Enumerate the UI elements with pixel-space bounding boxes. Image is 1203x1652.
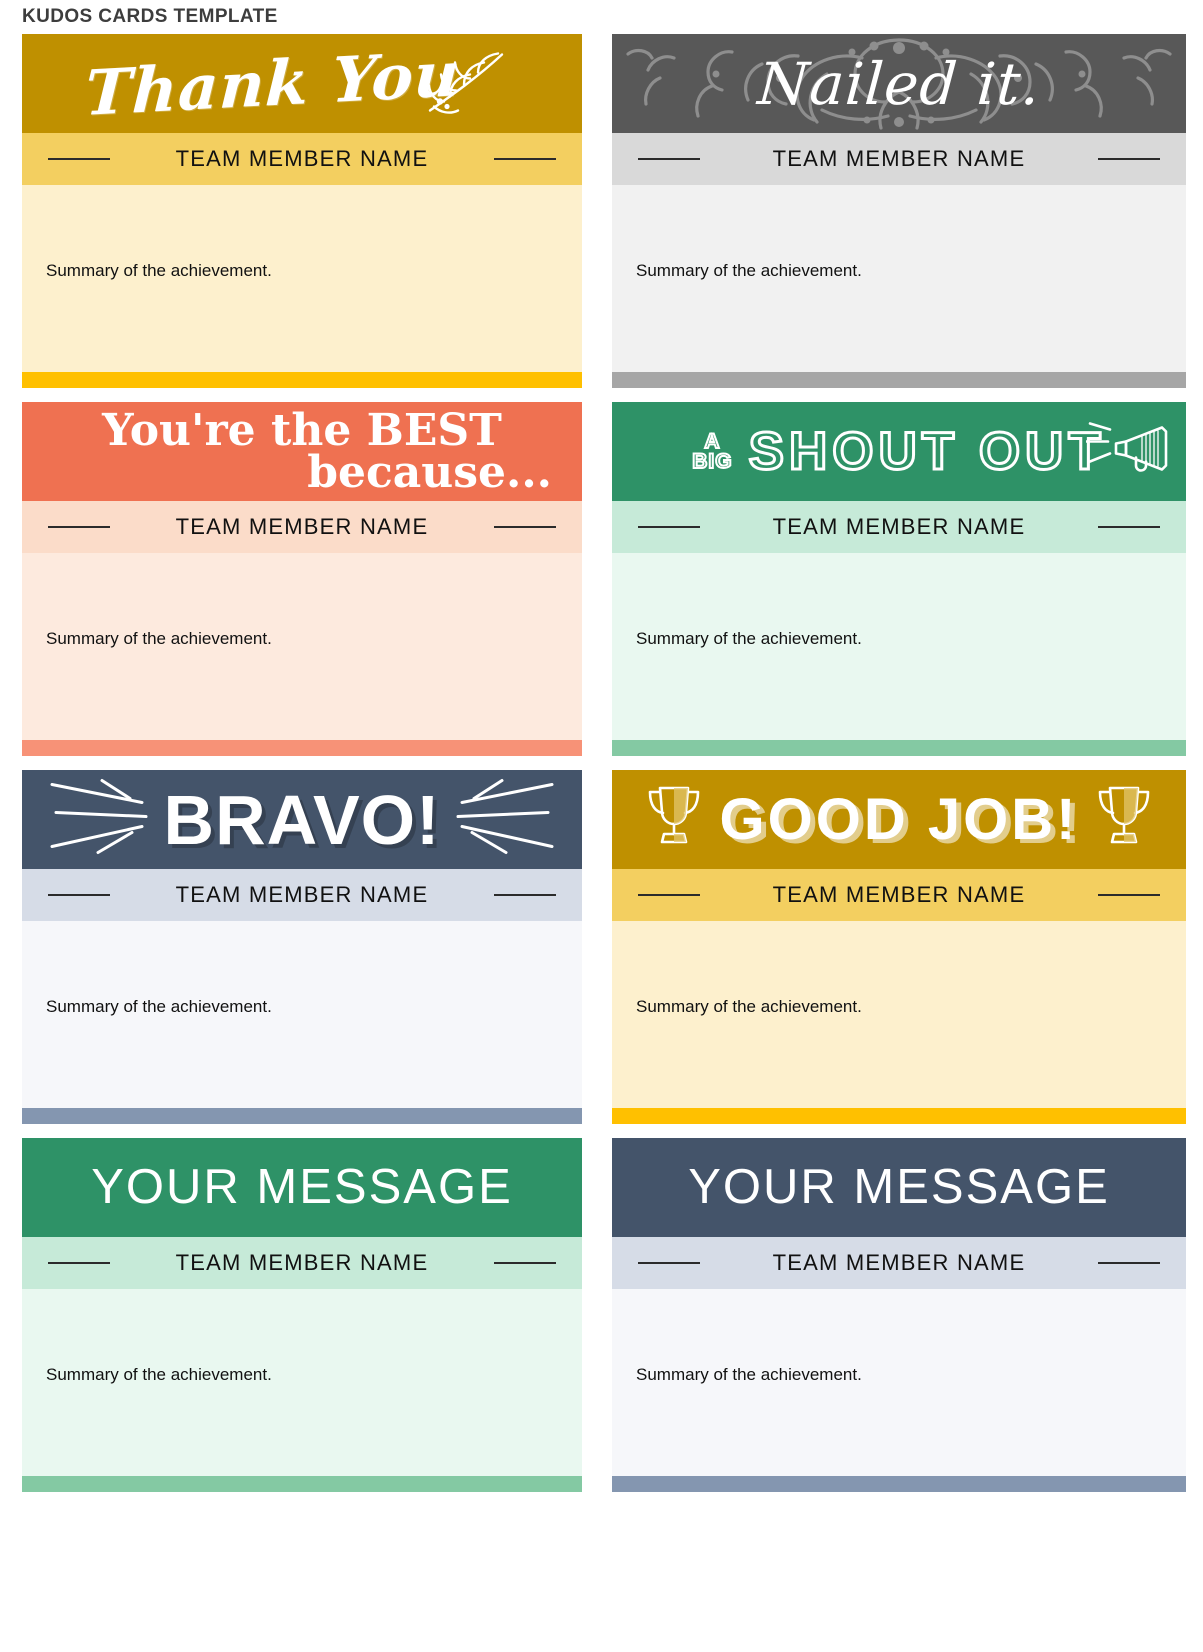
card-header-your-message-navy: YOUR MESSAGE — [612, 1138, 1186, 1237]
card-row: YOUR MESSAGE TEAM MEMBER NAME Summary of… — [0, 1138, 1203, 1492]
member-name[interactable]: TEAM MEMBER NAME — [612, 1250, 1186, 1276]
card-headline: BRAVO! — [163, 780, 441, 859]
kudos-card-nailed-it[interactable]: Nailed it. TEAM MEMBER NAME Summary of t… — [612, 34, 1186, 388]
name-band: TEAM MEMBER NAME — [22, 1237, 582, 1289]
card-row: Thank You TEAM MEMBER NAME Summary of th… — [0, 34, 1203, 388]
card-headline-group: GOOD JOB! — [644, 782, 1155, 858]
card-header-thank-you: Thank You — [22, 34, 582, 133]
kudos-card-thank-you[interactable]: Thank You TEAM MEMBER NAME Summary of th… — [22, 34, 582, 388]
card-headline-main: SHOUT OUT — [747, 422, 1106, 481]
card-headline: You're the BEST because... — [22, 404, 582, 498]
megaphone-icon — [1084, 421, 1172, 482]
card-bottom-bar — [22, 1108, 582, 1124]
member-name[interactable]: TEAM MEMBER NAME — [612, 514, 1186, 540]
card-header-good-job: GOOD JOB! — [612, 770, 1186, 869]
member-name[interactable]: TEAM MEMBER NAME — [22, 882, 582, 908]
card-headline: Thank You — [83, 36, 463, 130]
summary-text[interactable]: Summary of the achievement. — [46, 261, 272, 281]
summary-text[interactable]: Summary of the achievement. — [636, 1365, 862, 1385]
name-band: TEAM MEMBER NAME — [612, 869, 1186, 921]
name-band: TEAM MEMBER NAME — [22, 501, 582, 553]
trophy-icon-left — [644, 782, 704, 858]
kudos-card-bravo[interactable]: BRAVO! TEAM MEMBER NAME Summary of the a… — [22, 770, 582, 1124]
card-bottom-bar — [612, 740, 1186, 756]
card-row: You're the BEST because... TEAM MEMBER N… — [0, 402, 1203, 756]
card-body[interactable]: Summary of the achievement. — [612, 185, 1186, 372]
card-bottom-bar — [612, 1476, 1186, 1492]
card-headline-line2: because... — [307, 446, 552, 498]
kudos-card-youre-the-best[interactable]: You're the BEST because... TEAM MEMBER N… — [22, 402, 582, 756]
card-body[interactable]: Summary of the achievement. — [612, 921, 1186, 1108]
kudos-card-shout-out[interactable]: A BIG SHOUT OUT TEAM MEMBER NAME Summary… — [612, 402, 1186, 756]
card-body[interactable]: Summary of the achievement. — [612, 1289, 1186, 1476]
card-headline-line1: You're the BEST — [102, 404, 502, 456]
card-header-youre-the-best: You're the BEST because... — [22, 402, 582, 501]
card-bottom-bar — [612, 372, 1186, 388]
summary-text[interactable]: Summary of the achievement. — [46, 1365, 272, 1385]
name-band: TEAM MEMBER NAME — [22, 869, 582, 921]
member-name[interactable]: TEAM MEMBER NAME — [22, 146, 582, 172]
page-title: KUDOS CARDS TEMPLATE — [22, 6, 278, 27]
cards-grid: Thank You TEAM MEMBER NAME Summary of th… — [0, 34, 1203, 1506]
summary-text[interactable]: Summary of the achievement. — [636, 261, 862, 281]
card-header-shout-out: A BIG SHOUT OUT — [612, 402, 1186, 501]
summary-text[interactable]: Summary of the achievement. — [46, 997, 272, 1017]
summary-text[interactable]: Summary of the achievement. — [46, 629, 272, 649]
summary-text[interactable]: Summary of the achievement. — [636, 629, 862, 649]
card-body[interactable]: Summary of the achievement. — [22, 553, 582, 740]
card-header-nailed-it: Nailed it. — [612, 34, 1186, 133]
name-band: TEAM MEMBER NAME — [612, 1237, 1186, 1289]
name-band: TEAM MEMBER NAME — [612, 501, 1186, 553]
card-body[interactable]: Summary of the achievement. — [22, 1289, 582, 1476]
kudos-card-good-job[interactable]: GOOD JOB! TEAM MEMBER NAME Summary of th… — [612, 770, 1186, 1124]
olive-branch-icon — [420, 44, 512, 123]
card-body[interactable]: Summary of the achievement. — [22, 185, 582, 372]
kudos-card-your-message-green[interactable]: YOUR MESSAGE TEAM MEMBER NAME Summary of… — [22, 1138, 582, 1492]
kudos-card-your-message-navy[interactable]: YOUR MESSAGE TEAM MEMBER NAME Summary of… — [612, 1138, 1186, 1492]
card-headline: YOUR MESSAGE — [91, 1160, 513, 1214]
card-headline-prefix: A BIG — [691, 429, 733, 473]
card-bottom-bar — [22, 1476, 582, 1492]
card-headline-line2: BIG — [691, 449, 733, 473]
summary-text[interactable]: Summary of the achievement. — [636, 997, 862, 1017]
card-header-bravo: BRAVO! — [22, 770, 582, 869]
burst-rays-icon — [50, 776, 170, 863]
card-bottom-bar — [22, 372, 582, 388]
member-name[interactable]: TEAM MEMBER NAME — [22, 1250, 582, 1276]
card-headline: Nailed it. — [755, 49, 1043, 118]
card-headline: YOUR MESSAGE — [688, 1160, 1110, 1214]
member-name[interactable]: TEAM MEMBER NAME — [612, 882, 1186, 908]
member-name[interactable]: TEAM MEMBER NAME — [612, 146, 1186, 172]
card-row: BRAVO! TEAM MEMBER NAME Summary of the a… — [0, 770, 1203, 1124]
card-header-your-message-green: YOUR MESSAGE — [22, 1138, 582, 1237]
burst-rays-icon-right — [434, 776, 554, 863]
card-body[interactable]: Summary of the achievement. — [612, 553, 1186, 740]
card-bottom-bar — [612, 1108, 1186, 1124]
card-bottom-bar — [22, 740, 582, 756]
card-headline: A BIG SHOUT OUT — [691, 422, 1106, 481]
member-name[interactable]: TEAM MEMBER NAME — [22, 514, 582, 540]
name-band: TEAM MEMBER NAME — [612, 133, 1186, 185]
trophy-icon-right — [1094, 782, 1154, 858]
name-band: TEAM MEMBER NAME — [22, 133, 582, 185]
card-headline: GOOD JOB! — [719, 786, 1079, 852]
card-body[interactable]: Summary of the achievement. — [22, 921, 582, 1108]
card-headline-line1: A — [703, 429, 721, 453]
